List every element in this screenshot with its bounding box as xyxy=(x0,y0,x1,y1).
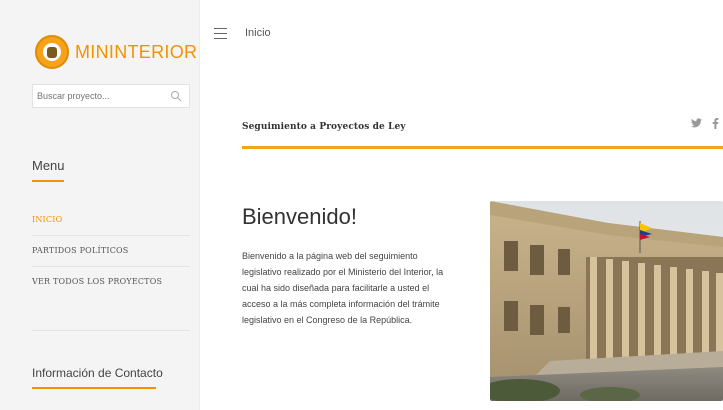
welcome-text: Bienvenido a la página web del seguimien… xyxy=(242,251,444,325)
section-header-rule xyxy=(242,146,723,149)
sidebar-item-ver-todos-los-proyectos[interactable]: VER TODOS LOS PROYECTOS xyxy=(32,267,190,298)
coat-of-arms-icon xyxy=(35,35,69,69)
sidebar-item-partidos-politicos[interactable]: PARTIDOS POLÍTICOS xyxy=(32,236,190,267)
brand-name: MININTERIOR xyxy=(75,41,198,62)
social-links xyxy=(691,118,719,129)
brand-logo[interactable]: MININTERIOR xyxy=(35,35,197,69)
search-icon[interactable] xyxy=(170,90,182,102)
sidebar-item-inicio[interactable]: INICIO xyxy=(32,205,190,236)
facebook-icon[interactable] xyxy=(712,118,719,129)
breadcrumb[interactable]: Inicio xyxy=(245,27,271,39)
twitter-icon[interactable] xyxy=(691,118,702,128)
search-input[interactable] xyxy=(33,91,163,101)
section-title: Seguimiento a Proyectos de Ley xyxy=(242,122,406,132)
sidebar-nav: INICIO PARTIDOS POLÍTICOS VER TODOS LOS … xyxy=(32,205,190,298)
sidebar: MININTERIOR Menu INICIO PARTIDOS POLÍTIC… xyxy=(0,0,200,410)
search-box xyxy=(32,84,190,108)
contact-heading-underline xyxy=(32,387,156,389)
welcome-title: Bienvenido! xyxy=(242,204,357,229)
contact-heading: Información de Contacto xyxy=(32,366,163,380)
menu-heading: Menu xyxy=(32,158,65,173)
hamburger-icon[interactable] xyxy=(214,28,227,39)
congress-building-photo xyxy=(490,201,723,401)
menu-heading-underline xyxy=(32,180,64,182)
sidebar-divider xyxy=(32,330,190,331)
